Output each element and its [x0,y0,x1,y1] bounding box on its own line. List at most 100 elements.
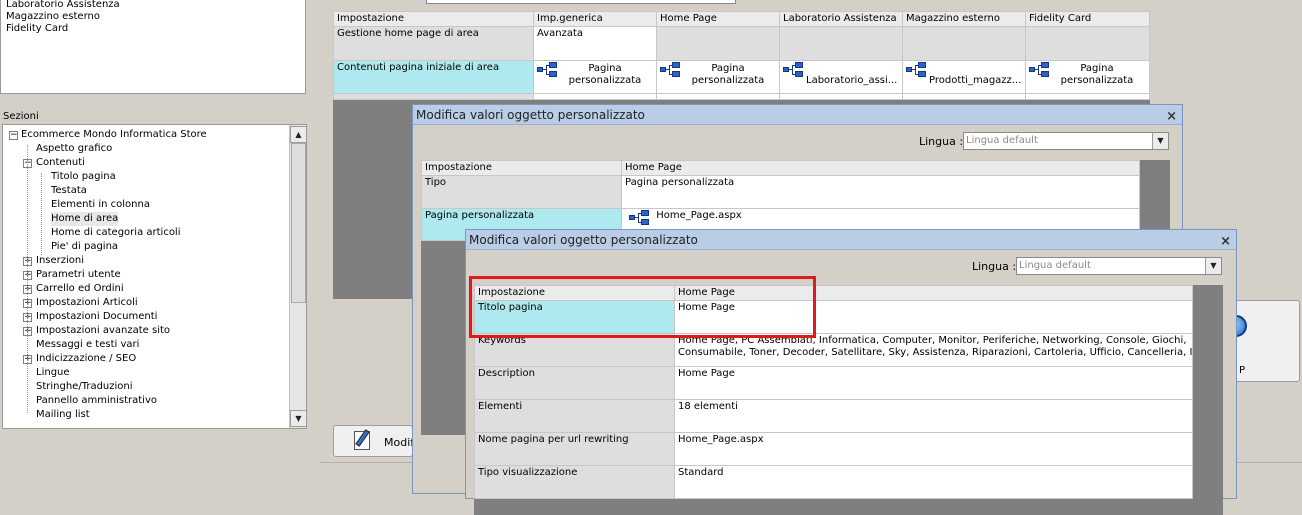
lingua-select[interactable]: Lingua default ▼ [963,132,1169,150]
col-header[interactable]: Impostazione [333,11,534,27]
row-label[interactable]: Tipo visualizzazione [474,465,675,499]
collapse-icon[interactable]: − [9,131,18,140]
tree-item-label: Elementi in colonna [51,199,150,210]
tree-guide-line [27,145,28,413]
tree-item[interactable]: Indicizzazione / SEO [36,352,136,366]
tree-item[interactable]: Impostazioni Articoli [36,296,138,310]
tree-item[interactable]: Elementi in colonna [51,198,150,212]
close-icon[interactable]: × [1220,232,1231,252]
cell-empty[interactable] [1025,26,1150,61]
cell-link[interactable]: Pagina personalizzata [1025,60,1150,94]
main-settings-grid: Impostazione Imp.generica Home Page Labo… [333,11,1150,100]
col-header[interactable]: Impostazione [421,160,622,176]
tree-item[interactable]: Messaggi e testi vari [36,338,139,352]
lingua-select[interactable]: Lingua default ▼ [1016,257,1222,275]
link-object-icon [783,62,805,78]
tree-item[interactable]: Lingue [36,366,70,380]
tree-item[interactable]: Ecommerce Mondo Informatica Store [21,128,207,142]
tree-item-label: Pie' di pagina [51,241,119,252]
tree-item[interactable]: Mailing list [36,408,90,422]
cell-value[interactable]: 18 elementi [674,399,1193,433]
cell-value[interactable]: Pagina personalizzata [621,175,1140,209]
link-object-icon [537,62,559,78]
tree-item[interactable]: Aspetto grafico [36,142,112,156]
list-item[interactable]: Magazzino esterno [6,11,100,23]
row-label[interactable]: Nome pagina per url rewriting [474,432,675,466]
cell-text: Pagina [588,63,622,74]
tree-item-label: Indicizzazione / SEO [36,353,137,364]
cell-text: personalizzata [568,75,642,86]
tree-item-label: Impostazioni Articoli [36,297,138,308]
right-action-button[interactable]: P [1232,300,1300,382]
tree-item-label: Impostazioni avanzate sito [36,325,171,336]
close-icon[interactable]: × [1166,107,1177,127]
tree-item[interactable]: Impostazioni Documenti [36,310,157,324]
cell-empty [656,93,780,100]
tree-item[interactable]: Inserzioni [36,254,84,268]
chevron-down-icon[interactable]: ▼ [1152,133,1168,149]
cell-empty[interactable] [902,26,1026,61]
tree-item-label: Parametri utente [36,269,121,280]
cell-value[interactable]: Standard [674,465,1193,499]
annotation-highlight [469,276,816,338]
row-label[interactable]: Gestione home page di area [333,26,534,61]
scroll-thumb[interactable] [291,143,306,303]
col-header[interactable]: Fidelity Card [1025,11,1150,27]
tree-item-label: Mailing list [36,409,90,420]
tree-container: Ecommerce Mondo Informatica Store − Aspett… [3,125,289,428]
tree-item-label: Aspetto grafico [36,143,113,154]
list-item[interactable]: Laboratorio Assistenza [6,0,120,11]
cell-link[interactable]: Laboratorio_assi... [779,60,903,94]
edit-icon [354,429,370,450]
tree-item[interactable]: Testata [51,184,87,198]
row-label[interactable]: Description [474,366,675,400]
cell-empty[interactable] [656,26,780,61]
tree-item[interactable]: Stringhe/Traduzioni [36,380,133,394]
col-header[interactable]: Home Page [621,160,1140,176]
tree-item[interactable]: Pie' di pagina [51,240,118,254]
tree-item-label: Testata [51,185,87,196]
tree-item[interactable]: Home di area [51,212,119,226]
sezioni-tree[interactable]: Ecommerce Mondo Informatica Store − Aspett… [2,124,307,429]
tree-item-label: Home di area [51,213,119,224]
cell-value[interactable]: Home Page [674,366,1193,400]
scroll-up-button[interactable]: ▲ [290,126,306,143]
cell-link[interactable]: Pagina personalizzata [656,60,780,94]
tree-scrollbar[interactable]: ▲ ▼ [289,125,306,428]
chevron-down-icon[interactable]: ▼ [1205,258,1221,274]
cell-link[interactable]: Prodotti_magazz... [902,60,1026,94]
cell-value[interactable]: Avanzata [533,26,657,61]
dialog-title-bar[interactable]: Modifica valori oggetto personalizzato × [466,230,1236,250]
cell-link[interactable]: Pagina personalizzata [533,60,657,94]
lingua-label: Lingua : [972,260,1017,273]
tree-item[interactable]: Parametri utente [36,268,121,282]
col-header[interactable]: Home Page [656,11,780,27]
col-header[interactable]: Laboratorio Assistenza [779,11,903,27]
tree-item[interactable]: Pannello amministrativo [36,394,157,408]
scroll-down-button[interactable]: ▼ [290,410,306,427]
modify-button[interactable]: Modifi [333,425,417,457]
cell-text: Laboratorio_assi... [806,75,898,86]
tree-item[interactable]: Home di categoria articoli [51,226,181,240]
col-header[interactable]: Magazzino esterno [902,11,1026,27]
area-list[interactable]: Laboratorio Assistenza Magazzino esterno… [0,0,306,94]
lingua-select-value: Lingua default [966,135,1038,146]
cell-value[interactable]: Home Page, PC Assemblati, Informatica, C… [674,333,1193,367]
row-label[interactable]: Contenuti pagina iniziale di area [333,60,534,94]
list-item[interactable]: Fidelity Card [6,23,68,35]
row-label[interactable]: Tipo [421,175,622,209]
row-label[interactable]: Elementi [474,399,675,433]
cell-empty[interactable] [779,26,903,61]
top-combo[interactable] [426,0,736,4]
tree-item[interactable]: Impostazioni avanzate sito [36,324,170,338]
dialog-title-bar[interactable]: Modifica valori oggetto personalizzato × [413,105,1182,125]
col-header[interactable]: Imp.generica [533,11,657,27]
tree-item-label: Lingue [36,367,70,378]
tree-item[interactable]: Carrello ed Ordini [36,282,124,296]
link-object-icon [1029,62,1051,78]
row-label[interactable]: Keywords [474,333,675,367]
sezioni-label: Sezioni [3,111,39,122]
tree-item[interactable]: Contenuti [36,156,85,170]
cell-value[interactable]: Home_Page.aspx [674,432,1193,466]
tree-item[interactable]: Titolo pagina [51,170,116,184]
